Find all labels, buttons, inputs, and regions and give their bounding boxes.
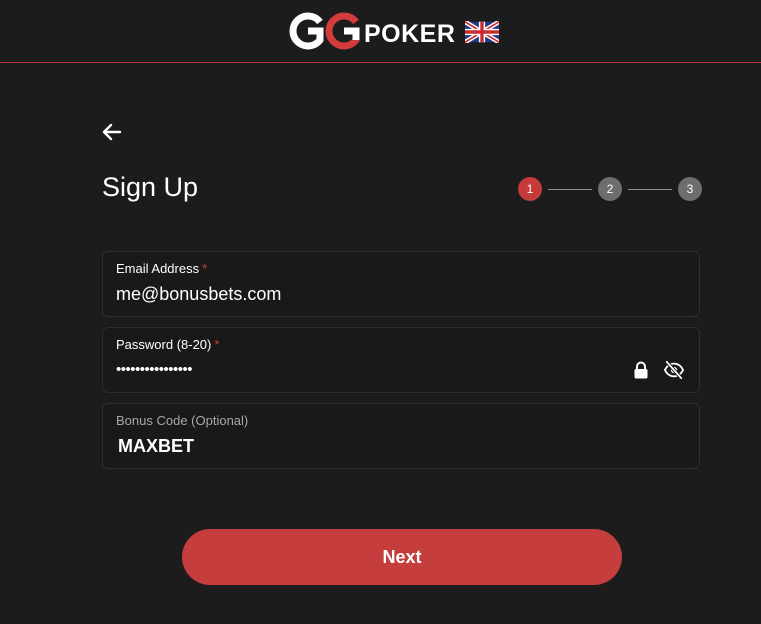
step-2: 2	[598, 177, 622, 201]
bonus-code-input[interactable]: MAXBET	[118, 436, 194, 457]
logo-text: POKER	[364, 19, 456, 48]
step-connector	[628, 188, 672, 190]
email-input[interactable]: me@bonusbets.com	[116, 284, 281, 305]
email-field[interactable]: Email Address * me@bonusbets.com	[102, 251, 700, 317]
signup-page: POKER Sign Up 1 2 3 Email Address * me@b…	[0, 0, 761, 624]
uk-flag-icon[interactable]	[464, 19, 501, 48]
header: POKER	[0, 0, 761, 63]
next-button[interactable]: Next	[182, 529, 622, 585]
gg-logo-mark	[284, 10, 362, 52]
lock-icon	[634, 361, 648, 379]
password-field[interactable]: Password (8-20) * ••••••••••••••••	[102, 327, 700, 393]
step-connector	[548, 188, 592, 190]
page-title: Sign Up	[102, 172, 199, 202]
ggpoker-logo[interactable]: POKER	[284, 10, 501, 52]
required-mark: *	[202, 261, 208, 276]
step-3: 3	[678, 177, 702, 201]
signup-stepper: 1 2 3	[518, 177, 702, 201]
bonus-code-field[interactable]: Bonus Code (Optional) MAXBET	[102, 403, 700, 469]
eye-off-icon[interactable]	[663, 360, 685, 380]
bonus-code-label: Bonus Code (Optional)	[116, 413, 249, 428]
password-label: Password (8-20) *	[116, 337, 220, 352]
back-button[interactable]	[100, 120, 124, 144]
required-mark: *	[214, 337, 220, 352]
arrow-left-icon	[102, 123, 122, 141]
password-icons	[633, 360, 685, 380]
password-input[interactable]: ••••••••••••••••	[116, 361, 193, 378]
step-1: 1	[518, 177, 542, 201]
email-label: Email Address *	[116, 261, 208, 276]
